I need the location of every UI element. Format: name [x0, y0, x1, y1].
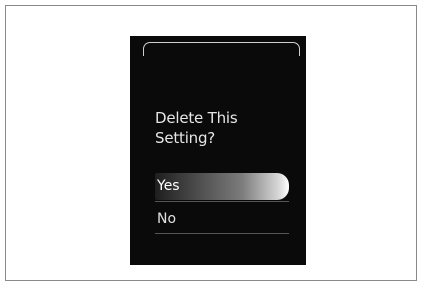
prompt-line-1: Delete This: [155, 109, 238, 127]
yes-label: Yes: [157, 178, 180, 194]
option-divider-bottom: [155, 233, 289, 234]
display-screen: Delete This Setting? Yes No: [130, 36, 306, 265]
option-divider: [155, 201, 289, 202]
illustration-frame: Delete This Setting? Yes No: [5, 5, 417, 281]
prompt-line-2: Setting?: [155, 129, 216, 147]
screen-top-tab: [143, 42, 300, 56]
yes-option[interactable]: Yes: [155, 173, 289, 200]
confirm-prompt: Delete This Setting?: [155, 108, 238, 148]
no-option[interactable]: No: [155, 206, 289, 233]
no-label: No: [157, 211, 177, 227]
